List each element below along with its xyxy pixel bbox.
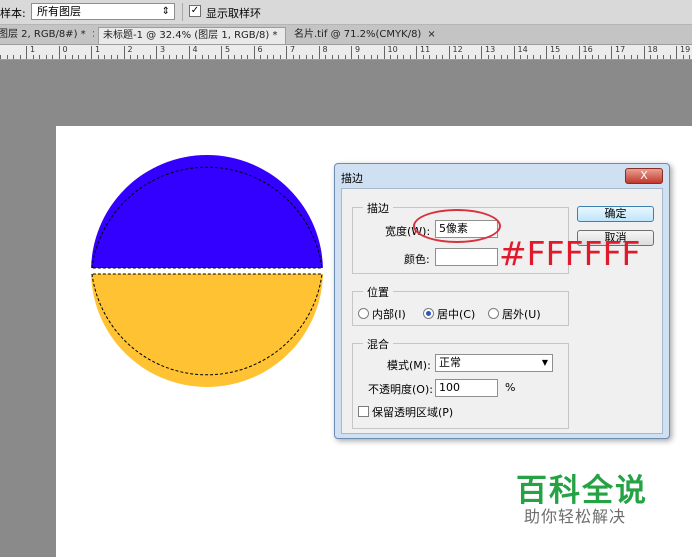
opacity-input[interactable]: 100	[435, 379, 498, 397]
opacity-label: 不透明度(O):	[368, 383, 433, 396]
dialog-title: 描边	[341, 172, 363, 185]
watermark-subtitle: 助你轻松解决	[524, 507, 627, 526]
highlight-ring	[413, 209, 501, 243]
mode-select[interactable]: 正常 ▼	[435, 354, 553, 372]
inside-label: 内部(I)	[372, 308, 406, 321]
radio-center[interactable]	[423, 308, 434, 319]
dialog-body: 描边 宽度(W): 5像素 颜色: 位置 内部(I) 居中(C) 居外(U) 混…	[341, 188, 663, 434]
preserve-transparency-label: 保留透明区域(P)	[372, 406, 454, 419]
circle-bottom-half	[91, 274, 323, 387]
radio-outside[interactable]	[488, 308, 499, 319]
color-label: 颜色:	[404, 253, 430, 266]
dropdown-arrow-icon: ▼	[541, 358, 548, 367]
center-label: 居中(C)	[437, 308, 476, 321]
stroke-dialog: 描边 X 描边 宽度(W): 5像素 颜色: 位置 内部(I) 居中(C) 居外…	[334, 163, 670, 439]
circle-gap	[91, 268, 323, 274]
blend-group-label: 混合	[363, 336, 393, 352]
opacity-unit: %	[505, 381, 516, 394]
radio-inside[interactable]	[358, 308, 369, 319]
mode-label: 模式(M):	[387, 359, 431, 372]
preserve-transparency-checkbox[interactable]	[358, 406, 369, 417]
mode-select-value: 正常	[439, 356, 461, 369]
stroke-group-label: 描边	[363, 200, 393, 216]
ok-button[interactable]: 确定	[577, 206, 654, 222]
dialog-close-button[interactable]: X	[625, 168, 663, 184]
outside-label: 居外(U)	[502, 308, 541, 321]
color-swatch[interactable]	[435, 248, 498, 266]
color-annotation: #FFFFFF	[499, 234, 641, 273]
position-group-label: 位置	[363, 284, 393, 300]
